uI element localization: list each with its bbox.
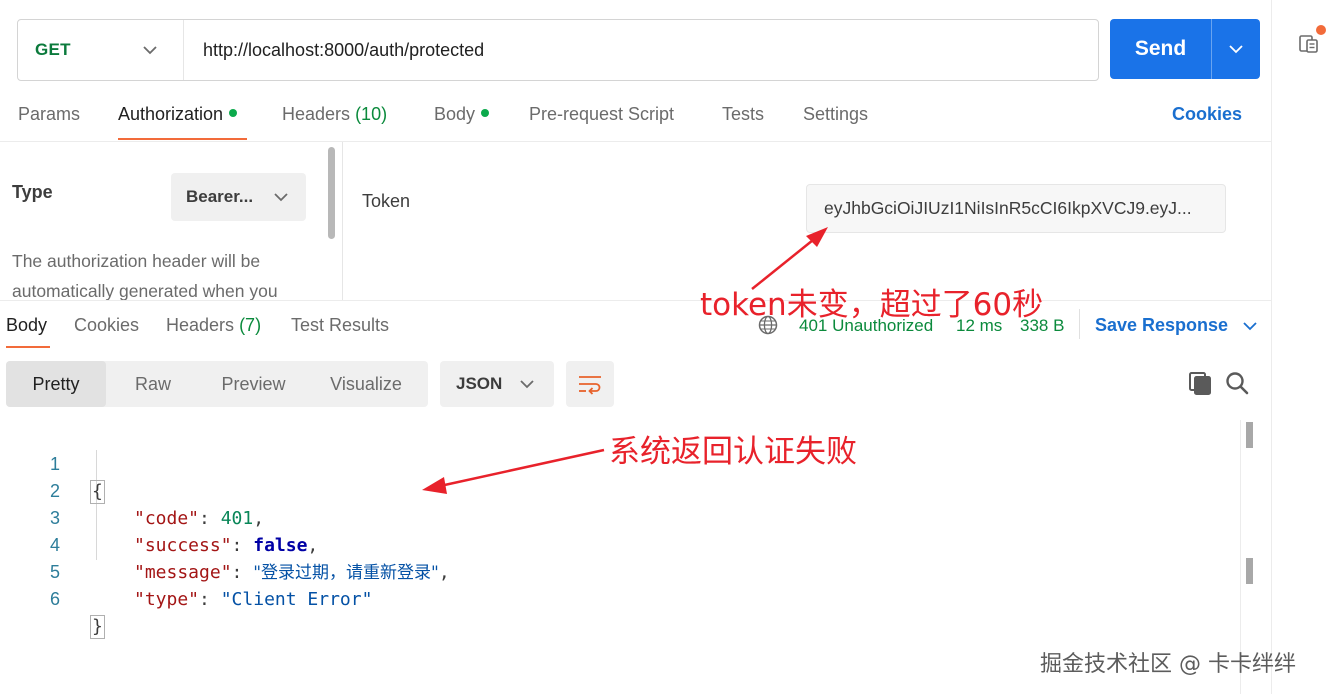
copy-icon[interactable] <box>1187 370 1213 396</box>
method-label: GET <box>35 40 71 59</box>
response-tab-headers[interactable]: Headers (7) <box>166 315 261 336</box>
json-value: 401 <box>220 508 254 529</box>
code-line: 1 { <box>0 424 105 504</box>
send-button[interactable]: Send <box>1110 19 1211 79</box>
headers-count: (10) <box>355 104 388 124</box>
wrap-lines-icon <box>579 376 601 395</box>
json-value: "Client Error" <box>220 589 373 610</box>
response-tab-headers-label: Headers <box>166 315 235 335</box>
code-line: 4 "message": "登录过期，请重新登录", <box>0 505 450 583</box>
json-key: "code" <box>134 508 200 529</box>
response-view-mode-group: Pretty Raw Preview Visualize <box>6 361 428 407</box>
line-number: 6 <box>49 589 60 609</box>
chevron-down-icon <box>1243 322 1257 331</box>
tab-authorization-label: Authorization <box>118 104 224 124</box>
code-scrollbar-thumb[interactable] <box>1246 422 1253 448</box>
active-indicator-dot <box>229 109 238 118</box>
auth-type-value: Bearer... <box>186 187 254 206</box>
tab-settings[interactable]: Settings <box>803 104 868 125</box>
tab-body-label: Body <box>434 104 476 124</box>
tab-headers[interactable]: Headers (10) <box>282 104 387 125</box>
auth-description: The authorization header will be automat… <box>12 251 278 300</box>
active-indicator-dot <box>481 109 490 118</box>
open-brace: { <box>90 480 105 504</box>
view-visualize-button[interactable]: Visualize <box>307 361 425 407</box>
cookies-link[interactable]: Cookies <box>1172 104 1242 125</box>
response-headers-count: (7) <box>239 315 262 335</box>
response-tab-cookies[interactable]: Cookies <box>74 315 139 336</box>
chevron-down-icon <box>1229 44 1243 53</box>
tab-prerequest-script[interactable]: Pre-request Script <box>529 104 674 125</box>
auth-panel-scrollbar[interactable] <box>328 147 335 239</box>
watermark: 掘金技术社区 @ 卡卡绊绊 <box>1040 652 1296 677</box>
json-key: "type" <box>134 589 200 610</box>
chevron-down-icon <box>520 379 534 388</box>
response-format-select[interactable]: JSON <box>440 361 554 407</box>
annotation-token-note: token未变，超过了60秒 <box>700 287 1044 323</box>
save-response-button[interactable]: Save Response <box>1095 315 1257 336</box>
token-value: eyJhbGciOiJIUzI1NiIsInR5cCI6IkpXVCJ9.eyJ… <box>824 198 1192 218</box>
request-tabs: Params Authorization Headers (10) Body P… <box>0 96 1271 141</box>
divider <box>1079 309 1080 339</box>
json-value: "登录过期，请重新登录" <box>253 563 439 583</box>
code-line: 2 "code": 401, <box>0 451 264 529</box>
notification-badge <box>1316 25 1326 35</box>
response-tab-body[interactable]: Body <box>6 315 47 336</box>
save-response-label: Save Response <box>1095 315 1229 335</box>
json-key: "message" <box>134 562 232 583</box>
code-line: 6 } <box>0 559 105 639</box>
url-input[interactable] <box>184 20 1098 80</box>
auth-type-select[interactable]: Bearer... <box>171 173 306 221</box>
documentation-icon[interactable] <box>1297 31 1321 55</box>
token-label: Token <box>362 191 411 211</box>
wrap-lines-button[interactable] <box>566 361 614 407</box>
view-pretty-button[interactable]: Pretty <box>6 361 106 407</box>
annotation-response-note: 系统返回认证失败 <box>609 434 857 470</box>
token-input[interactable]: eyJhbGciOiJIUzI1NiIsInR5cCI6IkpXVCJ9.eyJ… <box>806 184 1226 233</box>
tab-body[interactable]: Body <box>434 104 490 125</box>
authorization-panel: Type Bearer... The authorization header … <box>0 141 1271 300</box>
view-raw-button[interactable]: Raw <box>106 361 200 407</box>
send-options-button[interactable] <box>1211 19 1260 79</box>
tab-params[interactable]: Params <box>18 104 80 125</box>
json-key: "success" <box>134 535 232 556</box>
view-preview-button[interactable]: Preview <box>200 361 307 407</box>
code-line: 3 "success": false, <box>0 478 318 556</box>
tab-authorization[interactable]: Authorization <box>118 104 238 125</box>
method-select[interactable]: GET <box>18 20 184 80</box>
auth-type-label: Type <box>12 182 53 202</box>
send-button-group: Send <box>1110 19 1260 79</box>
response-active-underline <box>6 346 50 348</box>
response-header-bar: Body Cookies Headers (7) Test Results 40… <box>0 300 1271 348</box>
chevron-down-icon <box>143 45 157 54</box>
tab-headers-label: Headers <box>282 104 351 124</box>
code-scrollbar-thumb[interactable] <box>1246 558 1253 584</box>
response-arrow <box>422 448 605 494</box>
request-url-bar: GET <box>17 19 1099 81</box>
search-icon[interactable] <box>1224 370 1250 396</box>
chevron-down-icon <box>274 192 288 201</box>
indent-guide <box>96 450 97 560</box>
auth-type-panel: Type Bearer... The authorization header … <box>0 142 343 300</box>
right-sidebar-divider <box>1271 0 1272 694</box>
json-value: false <box>253 535 308 556</box>
tab-tests[interactable]: Tests <box>722 104 764 125</box>
active-tab-underline <box>118 138 247 140</box>
code-line: 5 "type": "Client Error" <box>0 532 372 610</box>
response-tab-test-results[interactable]: Test Results <box>291 315 389 336</box>
response-format-value: JSON <box>456 374 503 393</box>
close-brace: } <box>90 615 105 639</box>
